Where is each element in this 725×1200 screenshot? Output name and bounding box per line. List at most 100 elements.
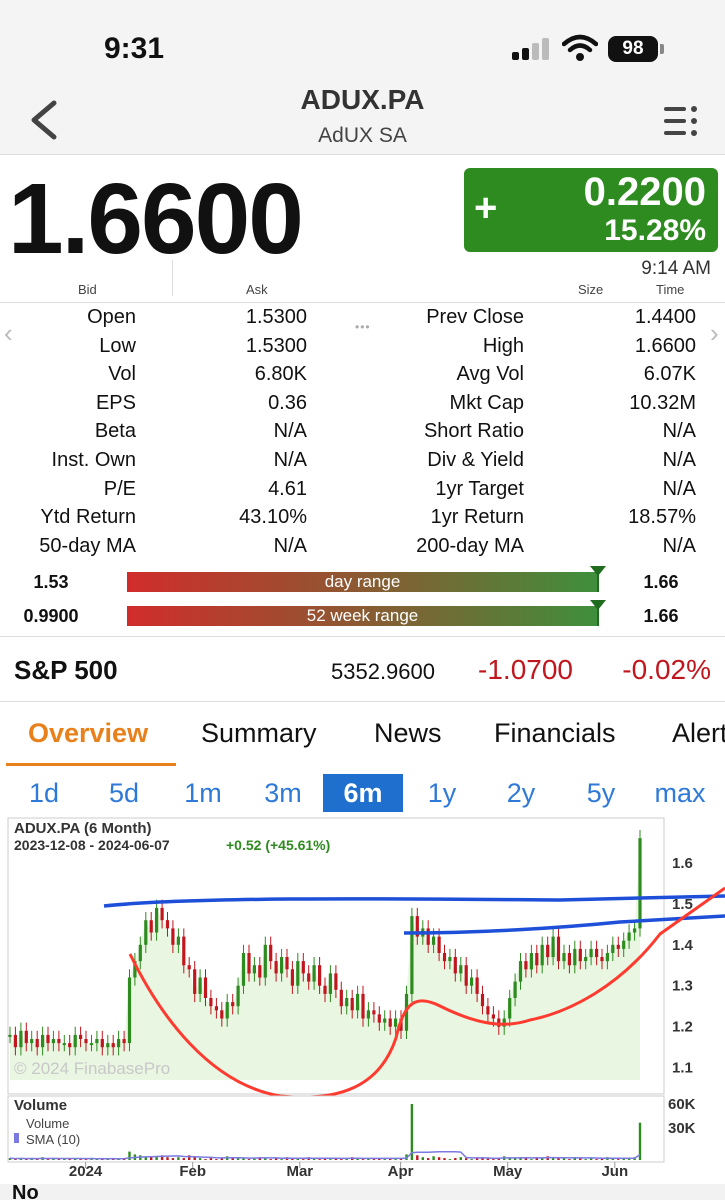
price-chart[interactable]: © 2024 FinabasePro ADUX.PA (6 Month) 202… [0,816,725,1186]
candle-body [475,977,479,994]
candle-body [383,1018,387,1023]
week52-range-low: 0.9900 [23,606,79,626]
candle-body [318,965,322,986]
candle-body [513,981,517,998]
candle-body [182,936,186,966]
volume-bar [617,1159,620,1160]
candle-body [437,936,441,953]
tab-summary[interactable]: Summary [201,718,317,749]
last-price: 1.6600 [8,163,304,275]
time-label: Time [656,282,685,297]
candle-body [8,1034,12,1037]
tab-overview[interactable]: Overview [28,718,148,749]
stat-label: Inst. Own [51,448,136,471]
volume-bar [247,1159,251,1160]
volume-bar [302,1159,305,1160]
period-3m[interactable]: 3m [256,774,310,812]
stat-label: Low [99,334,136,357]
chart-title: ADUX.PA (6 Month) [14,820,151,837]
candle-body [68,1043,72,1048]
stat-value: N/A [662,448,696,471]
volume-bar [171,1158,175,1160]
period-1y[interactable]: 1y [416,774,468,812]
index-change-percent: -0.02% [622,654,711,685]
index-row[interactable]: S&P 500 5352.9600 -1.0700 -0.02% [0,636,725,702]
tab-news[interactable]: News [374,718,442,749]
x-tick-label: Jun [601,1163,628,1180]
stat-label: P/E [103,477,136,500]
period-1m[interactable]: 1m [176,774,230,812]
candle-body [209,998,213,1007]
candle-body [638,838,642,929]
candle-body [100,1039,104,1048]
stat-value: 1.5300 [245,334,307,357]
candle-body [350,998,354,1011]
candle-body [307,973,311,982]
candle-body [448,957,452,962]
candle-body [595,948,599,958]
candle-body [171,928,175,945]
stat-value: N/A [273,420,307,443]
y-tick-label: 1.3 [672,978,693,995]
battery-tip [660,44,664,54]
candle-body [95,1039,99,1044]
candle-body [345,998,349,1007]
candle-body [263,944,267,978]
candle-body [274,961,278,974]
period-5y[interactable]: 5y [574,774,628,812]
change-percent: 15.28% [604,214,706,247]
wifi-icon [562,34,598,61]
candle-body [491,1014,495,1019]
y-tick-label: 1.2 [672,1019,693,1036]
candle-body [269,944,273,962]
candle-body [377,1014,381,1023]
candle-body [540,944,544,966]
volume-bar [410,1104,414,1160]
stat-row: Beta N/A Short Ratio N/A [0,418,725,447]
volume-bar [492,1159,495,1160]
candle-body [464,965,468,986]
candle-body [633,928,637,933]
stat-value: N/A [273,534,307,557]
stat-value: 10.32M [629,391,696,414]
volume-frame [7,1095,665,1163]
volume-bar [329,1159,332,1160]
period-6m[interactable]: 6m [323,774,403,812]
tab-financials[interactable]: Financials [494,718,616,749]
period-2y[interactable]: 2y [494,774,548,812]
week52-range-high: 1.66 [643,606,679,626]
size-label: Size [578,282,604,297]
candle-body [30,1039,34,1044]
candle-body [225,1002,229,1019]
candle-body [567,953,571,966]
candle-body [285,957,289,970]
tab-alerts[interactable]: Alerts [672,718,725,749]
stat-value: 6.80K [254,363,307,386]
stat-row: Vol 6.80K Avg Vol 6.07K [0,361,725,390]
sma-legend-swatch [14,1133,19,1143]
volume-bar [150,1157,153,1160]
candle-body [247,953,251,974]
stat-label: EPS [95,391,136,414]
candle-body [160,907,164,921]
stat-label: Ytd Return [40,506,136,529]
period-5d[interactable]: 5d [98,774,150,812]
nav-bar: ADUX.PA AdUX SA [0,80,725,155]
volume-bar [421,1157,424,1160]
stat-row: Ytd Return 43.10% 1yr Return 18.57% [0,504,725,533]
candle-body [361,993,365,1019]
list-menu-icon[interactable] [662,102,700,140]
period-1d[interactable]: 1d [18,774,70,812]
candle-body [589,948,593,958]
stat-row: P/E 4.61 1yr Target N/A [0,476,725,505]
candle-body [73,1034,77,1048]
stat-value: N/A [662,477,696,500]
candle-body [508,998,512,1019]
period-max[interactable]: max [648,774,712,812]
candle-body [84,1039,88,1044]
volume-bar [470,1159,473,1160]
candle-body [486,1006,490,1015]
stat-value: N/A [662,420,696,443]
candle-body [127,977,132,1044]
chart-watermark: © 2024 FinabasePro [14,1059,170,1078]
